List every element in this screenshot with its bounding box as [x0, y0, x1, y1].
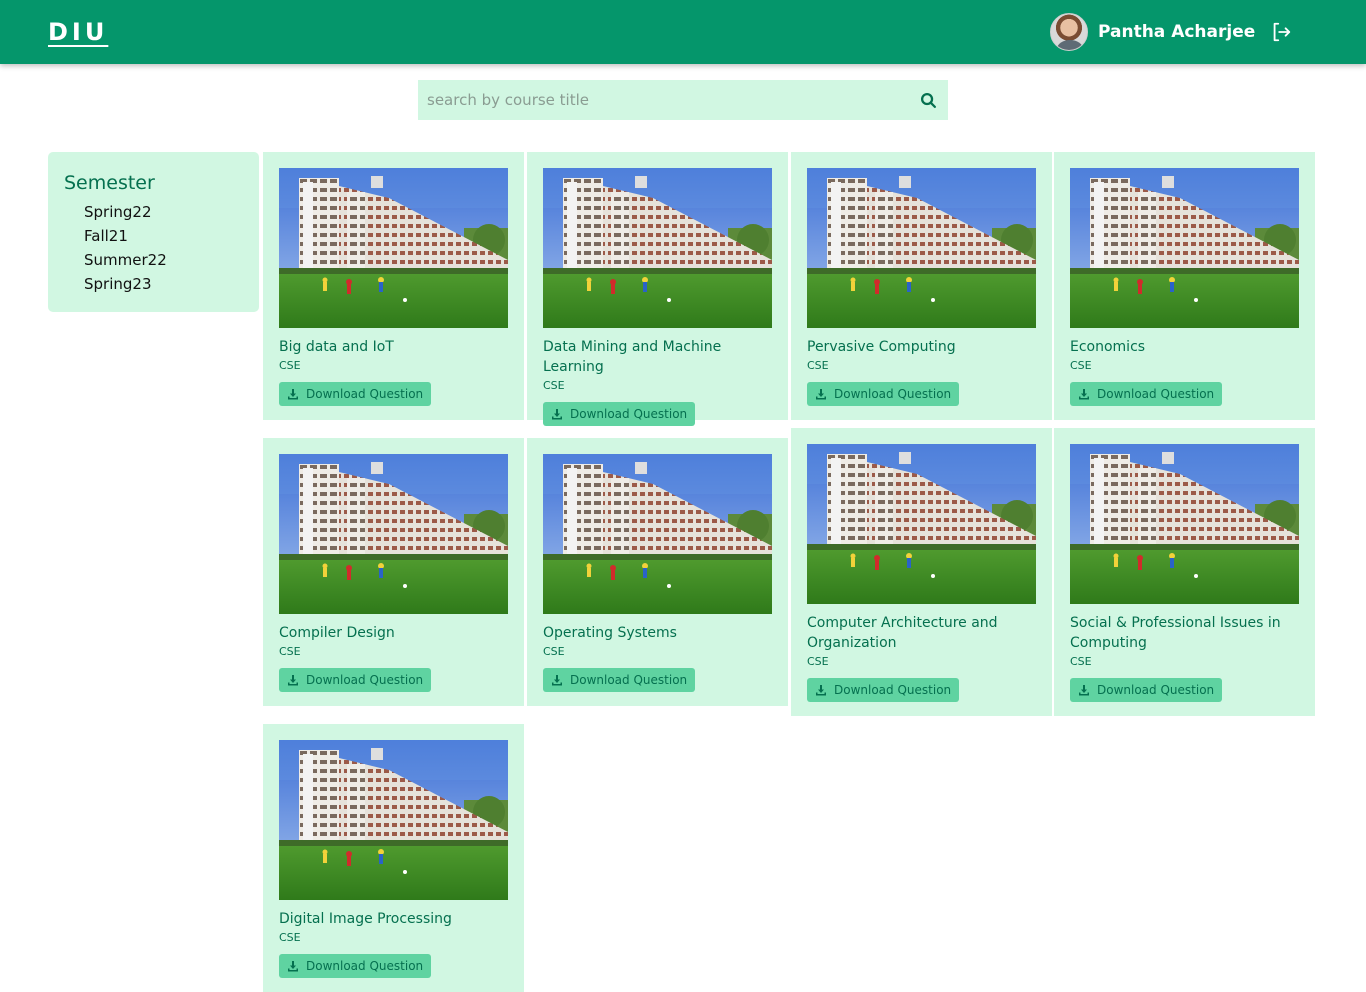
course-image	[279, 454, 508, 614]
course-title: Data Mining and Machine Learning	[543, 339, 722, 375]
course-title: Compiler Design	[279, 625, 395, 641]
user-profile[interactable]: Pantha Acharjee	[1050, 12, 1255, 52]
course-image	[279, 168, 508, 328]
course-image	[1070, 168, 1299, 328]
download-label: Download Question	[1097, 387, 1215, 401]
download-question-button[interactable]: Download Question	[279, 954, 432, 978]
course-card: Big data and IoT CSE Download Question	[263, 152, 524, 420]
course-department: CSE	[1070, 359, 1092, 372]
user-name[interactable]: Pantha Acharjee	[1098, 22, 1255, 42]
course-card: Compiler Design CSE Download Question	[263, 438, 524, 706]
course-card: Digital Image Processing CSE Download Qu…	[263, 724, 524, 992]
download-icon	[816, 389, 826, 400]
download-label: Download Question	[306, 959, 424, 973]
download-question-button[interactable]: Download Question	[1070, 382, 1223, 406]
download-label: Download Question	[834, 683, 952, 697]
course-title: Social & Professional Issues in Computin…	[1070, 615, 1281, 651]
course-card: Economics CSE Download Question	[1054, 152, 1315, 420]
course-title: Pervasive Computing	[807, 339, 956, 355]
download-question-button[interactable]: Download Question	[807, 678, 960, 702]
download-label: Download Question	[306, 673, 424, 687]
semester-item-spring23[interactable]: Spring23	[84, 272, 243, 296]
diu-logo[interactable]: DIU	[48, 18, 108, 46]
course-card: Data Mining and Machine Learning CSE Dow…	[527, 152, 788, 426]
download-label: Download Question	[570, 407, 688, 421]
course-card: Pervasive Computing CSE Download Questio…	[791, 152, 1052, 420]
download-question-button[interactable]: Download Question	[1070, 678, 1223, 702]
course-title: Digital Image Processing	[279, 911, 452, 927]
course-department: CSE	[279, 645, 301, 658]
semester-item-spring22[interactable]: Spring22	[84, 200, 243, 224]
search-input[interactable]	[418, 80, 908, 120]
download-icon	[288, 961, 298, 972]
course-department: CSE	[279, 359, 301, 372]
course-department: CSE	[807, 359, 829, 372]
download-label: Download Question	[570, 673, 688, 687]
semester-list: Spring22 Fall21 Summer22 Spring23	[64, 200, 243, 296]
course-image	[543, 454, 772, 614]
download-question-button[interactable]: Download Question	[279, 382, 432, 406]
course-department: CSE	[279, 931, 301, 944]
download-icon	[288, 389, 298, 400]
course-image	[1070, 444, 1299, 604]
course-image	[807, 168, 1036, 328]
download-question-button[interactable]: Download Question	[543, 668, 696, 692]
download-icon	[288, 675, 298, 686]
course-department: CSE	[1070, 655, 1092, 668]
download-label: Download Question	[306, 387, 424, 401]
top-navbar: DIU Pantha Acharjee	[0, 0, 1366, 64]
download-label: Download Question	[1097, 683, 1215, 697]
course-card: Computer Architecture and Organization C…	[791, 428, 1052, 716]
course-image	[543, 168, 772, 328]
course-image	[807, 444, 1036, 604]
course-title: Operating Systems	[543, 625, 677, 641]
course-department: CSE	[543, 379, 565, 392]
download-icon	[816, 685, 826, 696]
course-title: Computer Architecture and Organization	[807, 615, 998, 651]
download-question-button[interactable]: Download Question	[279, 668, 432, 692]
logout-icon[interactable]	[1270, 21, 1292, 43]
download-icon	[1079, 389, 1089, 400]
search-icon	[920, 92, 936, 108]
search-bar	[418, 80, 948, 120]
avatar[interactable]	[1050, 13, 1088, 51]
course-department: CSE	[543, 645, 565, 658]
course-card: Social & Professional Issues in Computin…	[1054, 428, 1315, 716]
sidebar-title: Semester	[64, 172, 155, 194]
semester-item-fall21[interactable]: Fall21	[84, 224, 243, 248]
download-icon	[1079, 685, 1089, 696]
semester-item-summer22[interactable]: Summer22	[84, 248, 243, 272]
download-icon	[552, 675, 562, 686]
course-title: Economics	[1070, 339, 1146, 355]
course-title: Big data and IoT	[279, 339, 394, 355]
search-button[interactable]	[908, 80, 948, 120]
download-question-button[interactable]: Download Question	[543, 402, 696, 426]
download-icon	[552, 409, 562, 420]
download-question-button[interactable]: Download Question	[807, 382, 960, 406]
download-label: Download Question	[834, 387, 952, 401]
course-department: CSE	[807, 655, 829, 668]
course-image	[279, 740, 508, 900]
semester-sidebar: Semester Spring22 Fall21 Summer22 Spring…	[48, 152, 259, 312]
course-card: Operating Systems CSE Download Question	[527, 438, 788, 706]
